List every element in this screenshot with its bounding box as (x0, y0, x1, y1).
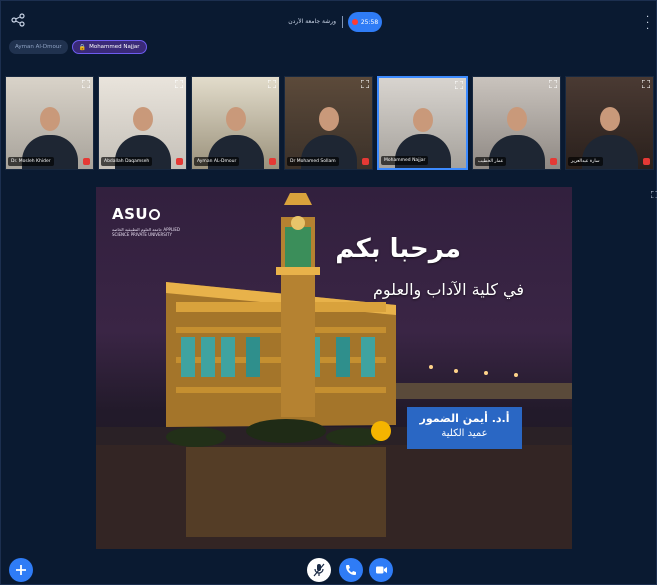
slide-logo-text: ASU (112, 205, 149, 223)
chip-label: Ayman Al-Dmour (15, 44, 62, 50)
participant-head (412, 108, 433, 132)
phone-button[interactable] (339, 558, 363, 582)
slide-logo: ASU (112, 205, 161, 223)
add-button[interactable] (9, 558, 33, 582)
expand-icon[interactable] (642, 80, 650, 88)
dean-title: عميد الكلية (441, 428, 488, 439)
participant-head (506, 107, 527, 131)
shared-screen-slide: ASU جامعة العلوم التطبيقية الخاصة APPLIE… (96, 187, 572, 549)
slide-yellow-dot (371, 421, 391, 441)
microphone-button[interactable] (307, 558, 331, 582)
expand-icon[interactable] (361, 80, 369, 88)
chip-label: Mohammed Najjar (89, 44, 140, 50)
title-separator (342, 16, 343, 28)
participant-name: Ayman AL-Dmour (194, 157, 240, 166)
meeting-window: ورشة جامعة الأردن 25:58 · · · Ayman Al-Dmo… (0, 0, 657, 585)
participant-name: Dr. Mosleh Khider (8, 157, 54, 166)
share-icon[interactable] (11, 13, 25, 27)
participant-tile-speaking[interactable]: Mohammed Najjar (377, 76, 468, 170)
mic-muted-icon (550, 158, 557, 165)
participant-name: Mohammed Najjar (381, 156, 429, 165)
participant-name: Dr Mohamed Sollam (287, 157, 339, 166)
participant-head (132, 107, 153, 131)
lock-icon: 🔒 (78, 43, 87, 51)
participant-tile[interactable]: Ayman AL-Dmour (191, 76, 280, 170)
participant-head (599, 107, 620, 131)
expand-icon[interactable] (175, 80, 183, 88)
participant-head (225, 107, 246, 131)
mic-muted-icon (83, 158, 90, 165)
chip-participant-active[interactable]: 🔒 Mohammed Najjar (71, 40, 147, 54)
slide-university-name: جامعة العلوم التطبيقية الخاصة APPLIED SC… (112, 227, 180, 237)
participant-tile[interactable]: Dr. Mosleh Khider (5, 76, 94, 170)
participant-name: عمار الخطيب (475, 157, 507, 166)
meeting-title: ورشة جامعة الأردن (288, 18, 336, 25)
mic-muted-icon (176, 158, 183, 165)
expand-icon[interactable] (82, 80, 90, 88)
top-bar: ورشة جامعة الأردن 25:58 · · · (1, 1, 657, 37)
participant-head (39, 107, 60, 131)
expand-icon[interactable] (455, 81, 463, 89)
participant-tile[interactable]: سارة عبدالعزيز (565, 76, 654, 170)
mic-muted-icon (269, 158, 276, 165)
mic-muted-icon (362, 158, 369, 165)
participant-name: Abdallah Daqamseh (101, 157, 153, 166)
participant-name: سارة عبدالعزيز (568, 157, 603, 166)
participant-strip: Dr. Mosleh Khider Abdallah Daqamseh Ayma… (5, 76, 654, 170)
plus-icon (16, 565, 26, 575)
participant-head (318, 107, 339, 131)
timer-text: 25:58 (360, 18, 379, 26)
phone-icon (346, 565, 356, 575)
expand-icon[interactable] (651, 191, 657, 198)
camera-button[interactable] (369, 558, 393, 582)
participant-tile[interactable]: Abdallah Daqamseh (98, 76, 187, 170)
record-dot-icon (351, 19, 358, 25)
dean-caption-box: أ.د. أيمن الضمور عميد الكلية (407, 407, 522, 449)
participant-tile[interactable]: عمار الخطيب (472, 76, 561, 170)
dean-name: أ.د. أيمن الضمور (419, 412, 510, 425)
participant-chips: Ayman Al-Dmour 🔒 Mohammed Najjar (9, 40, 147, 54)
slide-college-subheading: في كلية الآداب والعلوم (373, 280, 524, 299)
microphone-icon (313, 563, 325, 577)
expand-icon[interactable] (549, 80, 557, 88)
mic-muted-icon (643, 158, 650, 165)
logo-circle-icon (149, 209, 161, 220)
expand-icon[interactable] (268, 80, 276, 88)
slide-welcome-heading: مرحبا بكم (335, 234, 461, 264)
participant-tile[interactable]: Dr Mohamed Sollam (284, 76, 373, 170)
camera-icon (375, 566, 387, 574)
kebab-menu-icon[interactable]: · · · (646, 13, 649, 35)
chip-participant[interactable]: Ayman Al-Dmour (9, 40, 68, 54)
recording-timer[interactable]: 25:58 (348, 12, 382, 32)
